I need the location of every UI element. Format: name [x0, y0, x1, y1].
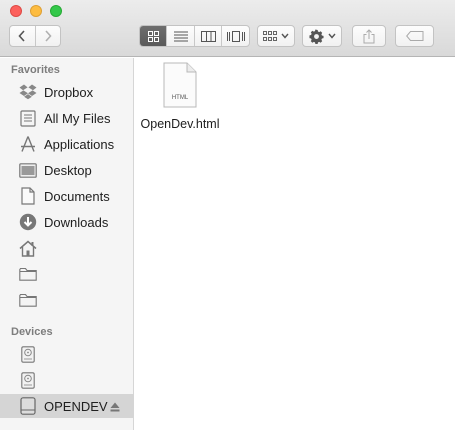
sidebar-item-dropbox[interactable]: Dropbox — [0, 80, 134, 104]
sidebar-item-label: Documents — [44, 188, 110, 204]
documents-icon — [18, 186, 38, 206]
file-type-label: HTML — [171, 95, 189, 101]
folder-icon — [18, 290, 38, 310]
applications-icon — [18, 134, 38, 154]
file-item[interactable]: HTML OpenDev.html — [140, 62, 220, 133]
home-icon — [18, 238, 38, 258]
external-disk-icon — [18, 396, 38, 416]
maximize-window-button[interactable] — [50, 5, 62, 17]
all-files-icon — [18, 108, 38, 128]
sidebar-item-opendev[interactable]: OPENDEV — [0, 394, 134, 418]
cover-flow-icon — [226, 30, 245, 42]
column-view-button[interactable] — [195, 26, 222, 46]
column-view-icon — [200, 30, 216, 42]
sidebar-item-folder[interactable] — [0, 262, 134, 286]
sidebar-item-downloads[interactable]: Downloads — [0, 210, 134, 234]
icon-view-button[interactable] — [140, 26, 167, 46]
html-file-icon: HTML — [163, 62, 197, 108]
hard-disk-icon — [18, 344, 38, 364]
arrange-button[interactable] — [257, 25, 295, 47]
gear-icon — [308, 28, 324, 44]
tag-icon — [405, 31, 423, 41]
sidebar-item-label: Applications — [44, 136, 115, 152]
close-window-button[interactable] — [10, 5, 22, 17]
chevron-down-icon — [281, 33, 289, 39]
chevron-right-icon — [45, 30, 52, 42]
list-view-icon — [173, 31, 188, 41]
chevron-down-icon — [327, 33, 336, 39]
tag-button[interactable] — [395, 25, 434, 47]
eject-icon[interactable] — [110, 400, 120, 415]
downloads-icon — [18, 212, 38, 232]
share-button[interactable] — [352, 25, 386, 47]
share-icon — [363, 28, 375, 43]
sidebar-item-label: All My Files — [44, 110, 111, 126]
sidebar-item-documents[interactable]: Documents — [0, 184, 134, 208]
hard-disk-icon — [18, 370, 38, 390]
action-button[interactable] — [302, 25, 342, 47]
dropbox-icon — [18, 82, 38, 102]
forward-button[interactable] — [36, 26, 61, 46]
toolbar — [0, 0, 455, 57]
sidebar-item-label: Dropbox — [44, 84, 94, 100]
icon-view-icon — [147, 30, 159, 42]
devices-section-label: Devices — [11, 326, 53, 338]
arrange-grid-icon — [263, 31, 277, 41]
sidebar-item-home[interactable] — [0, 236, 134, 260]
minimize-window-button[interactable] — [30, 5, 42, 17]
favorites-section-label: Favorites — [11, 64, 60, 76]
sidebar-item-desktop[interactable]: Desktop — [0, 158, 134, 182]
back-button[interactable] — [10, 26, 36, 46]
folder-icon — [18, 264, 38, 284]
sidebar-item-disk[interactable] — [0, 342, 134, 366]
sidebar: Favorites Dropbox All My Files Applicati… — [0, 58, 134, 430]
navigation-buttons — [9, 25, 61, 47]
cover-flow-button[interactable] — [222, 26, 249, 46]
file-name: OpenDev.html — [140, 117, 220, 131]
sidebar-item-label: Downloads — [44, 214, 109, 230]
sidebar-item-folder[interactable] — [0, 288, 134, 312]
desktop-icon — [18, 160, 38, 180]
chevron-left-icon — [18, 30, 25, 42]
list-view-button[interactable] — [167, 26, 195, 46]
sidebar-item-applications[interactable]: Applications — [0, 132, 134, 156]
sidebar-item-all-my-files[interactable]: All My Files — [0, 106, 134, 130]
sidebar-item-disk[interactable] — [0, 368, 134, 392]
sidebar-item-label: Desktop — [44, 162, 92, 178]
sidebar-item-label: OPENDEV — [44, 398, 108, 414]
view-mode-control — [139, 25, 250, 47]
